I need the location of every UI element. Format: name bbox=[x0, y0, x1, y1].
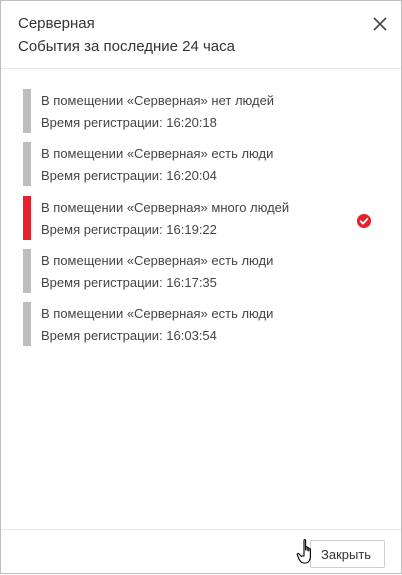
status-bar bbox=[23, 142, 31, 186]
event-time: Время регистрации: 16:03:54 bbox=[41, 328, 217, 343]
event-item[interactable]: В помещении «Серверная» нет людей Время … bbox=[23, 89, 383, 133]
event-time: Время регистрации: 16:20:18 bbox=[41, 115, 217, 130]
dialog-subtitle: События за последние 24 часа bbox=[18, 38, 235, 55]
event-message: В помещении «Серверная» нет людей bbox=[41, 93, 275, 108]
status-bar bbox=[23, 249, 31, 293]
close-button[interactable]: Закрыть bbox=[310, 540, 385, 568]
event-message: В помещении «Серверная» много людей bbox=[41, 200, 290, 215]
close-icon[interactable] bbox=[369, 13, 391, 35]
event-item[interactable]: В помещении «Серверная» есть люди Время … bbox=[23, 249, 383, 293]
event-item[interactable]: В помещении «Серверная» много людей Врем… bbox=[23, 196, 383, 240]
event-message: В помещении «Серверная» есть люди bbox=[41, 146, 274, 161]
dialog-header: Серверная События за последние 24 часа bbox=[1, 1, 401, 69]
dialog-title: Серверная bbox=[18, 15, 95, 32]
status-bar bbox=[23, 196, 31, 240]
event-message: В помещении «Серверная» есть люди bbox=[41, 306, 274, 321]
dialog-footer: Закрыть bbox=[1, 529, 401, 575]
events-dialog: Серверная События за последние 24 часа В… bbox=[0, 0, 402, 574]
event-item[interactable]: В помещении «Серверная» есть люди Время … bbox=[23, 142, 383, 186]
check-circle-icon bbox=[357, 214, 371, 228]
event-time: Время регистрации: 16:19:22 bbox=[41, 222, 217, 237]
status-bar bbox=[23, 89, 31, 133]
event-time: Время регистрации: 16:20:04 bbox=[41, 168, 217, 183]
event-item[interactable]: В помещении «Серверная» есть люди Время … bbox=[23, 302, 383, 346]
status-bar bbox=[23, 302, 31, 346]
event-time: Время регистрации: 16:17:35 bbox=[41, 275, 217, 290]
event-message: В помещении «Серверная» есть люди bbox=[41, 253, 274, 268]
